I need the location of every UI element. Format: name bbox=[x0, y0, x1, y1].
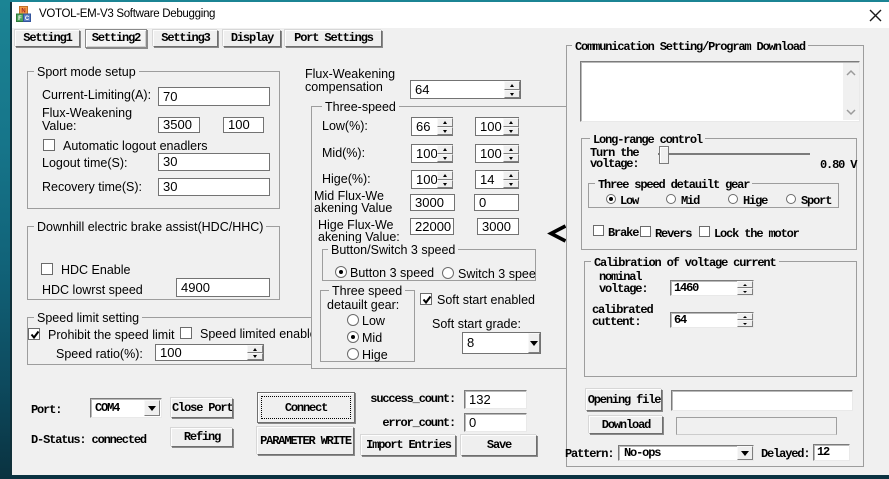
svg-text:F: F bbox=[18, 16, 22, 22]
svg-text:C: C bbox=[25, 16, 30, 22]
